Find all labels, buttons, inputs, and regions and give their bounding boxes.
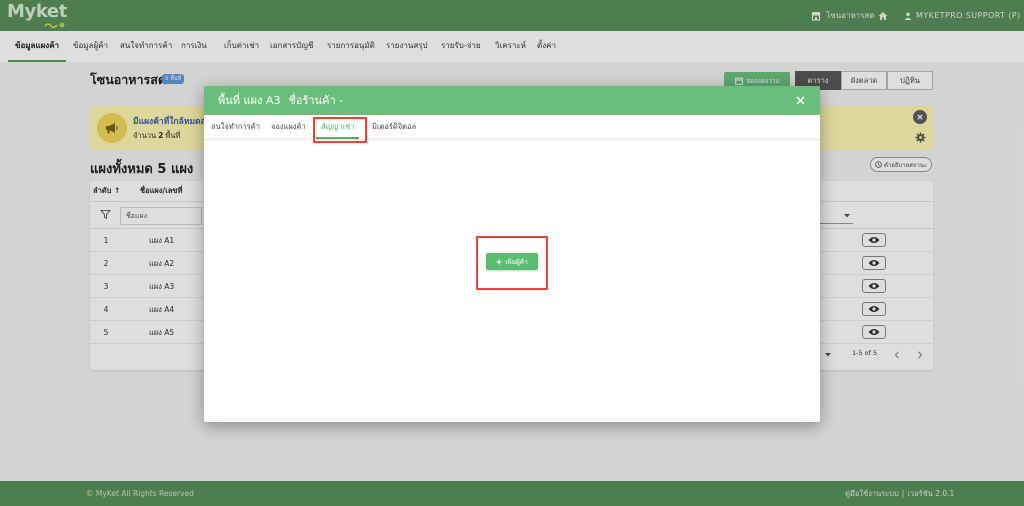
tab-lease-contract[interactable]: สัญญาเช่า bbox=[316, 115, 360, 139]
tab-booking[interactable]: จองแผงค้า bbox=[266, 115, 311, 139]
plus-icon bbox=[496, 259, 502, 264]
add-vendor-label: เพิ่มผู้ค้า bbox=[505, 257, 528, 266]
tab-digital-meter[interactable]: มิเตอร์ดิจิตอล bbox=[367, 115, 421, 139]
modal-stall-title: พื้นที่ แผง A3 bbox=[218, 94, 281, 107]
modal-tab-bar: สนใจทำการค้า จองแผงค้า สัญญาเช่า มิเตอร์… bbox=[204, 115, 820, 140]
modal-shop-name: ชื่อร้านค้า - bbox=[288, 94, 344, 107]
add-vendor-button[interactable]: เพิ่มผู้ค้า bbox=[486, 253, 538, 270]
modal-header: พื้นที่ แผง A3 ชื่อร้านค้า - bbox=[204, 86, 820, 115]
stall-detail-modal: พื้นที่ แผง A3 ชื่อร้านค้า - สนใจทำการค้า… bbox=[204, 86, 820, 422]
modal-title: พื้นที่ แผง A3 ชื่อร้านค้า - bbox=[218, 86, 343, 115]
close-icon[interactable] bbox=[795, 95, 806, 106]
tab-interested[interactable]: สนใจทำการค้า bbox=[206, 115, 265, 139]
